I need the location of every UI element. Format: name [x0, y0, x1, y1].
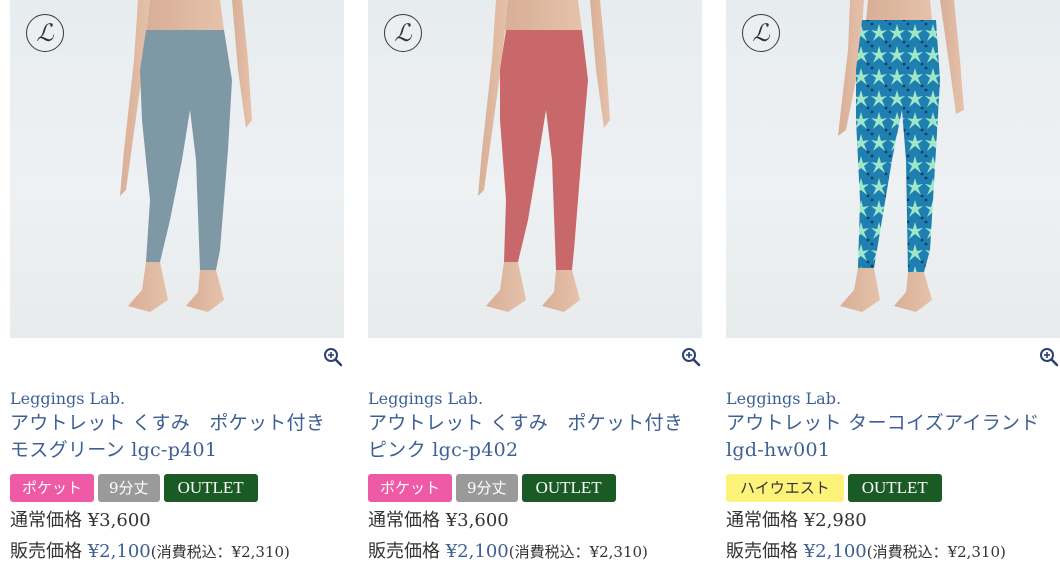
regular-price-label: 通常価格	[368, 510, 440, 531]
tag-pocket: ポケット	[10, 474, 95, 502]
product-tags: ポケット 9分丈 OUTLET	[368, 474, 616, 502]
product-brand-link[interactable]: Leggings Lab.	[726, 389, 841, 408]
sale-price-row: 販売価格 ¥2,100(消費税込：¥2,310)	[10, 537, 290, 563]
tag-length: 9分丈	[98, 474, 160, 502]
product-brand-link[interactable]: Leggings Lab.	[10, 389, 125, 408]
tag-outlet: OUTLET	[163, 474, 258, 502]
regular-price-value: ¥3,600	[87, 510, 151, 531]
product-card: ℒ Leggings Lab. アウトレット ターコイズアイランド lgd-hw…	[726, 0, 1060, 562]
product-photo[interactable]: ℒ	[726, 0, 1060, 338]
regular-price-label: 通常価格	[726, 510, 798, 531]
tag-outlet: OUTLET	[847, 474, 942, 502]
zoom-in-icon[interactable]	[322, 346, 344, 368]
brand-logo-icon: ℒ	[26, 14, 64, 52]
sale-price-value: ¥2,100	[803, 541, 867, 562]
product-photo[interactable]: ℒ	[368, 0, 702, 338]
tax-included-price: (消費税込：¥2,310)	[150, 543, 290, 561]
product-card: ℒ Leggings Lab. アウトレット くすみ ポケット付き ピンク lg…	[368, 0, 702, 562]
zoom-in-icon[interactable]	[1038, 346, 1060, 368]
product-tags: ポケット 9分丈 OUTLET	[10, 474, 258, 502]
regular-price-row: 通常価格 ¥3,600	[368, 506, 509, 532]
sale-price-label: 販売価格	[726, 541, 798, 562]
regular-price-value: ¥2,980	[803, 510, 867, 531]
product-title-link[interactable]: アウトレット くすみ ポケット付き ピンク lgc-p402	[368, 410, 702, 464]
product-brand-link[interactable]: Leggings Lab.	[368, 389, 483, 408]
product-photo-illustration	[838, 0, 964, 312]
brand-logo-icon: ℒ	[742, 14, 780, 52]
regular-price-value: ¥3,600	[445, 510, 509, 531]
product-photo-illustration	[120, 0, 252, 312]
tax-included-price: (消費税込：¥2,310)	[866, 543, 1006, 561]
product-photo-illustration	[478, 0, 610, 312]
sale-price-row: 販売価格 ¥2,100(消費税込：¥2,310)	[368, 537, 648, 563]
tag-outlet: OUTLET	[521, 474, 616, 502]
product-tags: ハイウエスト OUTLET	[726, 474, 942, 502]
zoom-in-icon[interactable]	[680, 346, 702, 368]
brand-logo-icon: ℒ	[384, 14, 422, 52]
sale-price-row: 販売価格 ¥2,100(消費税込：¥2,310)	[726, 537, 1006, 563]
regular-price-label: 通常価格	[10, 510, 82, 531]
tag-pocket: ポケット	[368, 474, 453, 502]
tag-high-waist: ハイウエスト	[726, 474, 844, 502]
tax-included-price: (消費税込：¥2,310)	[508, 543, 648, 561]
product-grid: ℒ Leggings Lab. アウトレット くすみ ポケット付き モスグリーン…	[0, 0, 1060, 573]
tag-length: 9分丈	[456, 474, 518, 502]
product-title-link[interactable]: アウトレット ターコイズアイランド lgd-hw001	[726, 410, 1056, 464]
sale-price-label: 販売価格	[10, 541, 82, 562]
product-card: ℒ Leggings Lab. アウトレット くすみ ポケット付き モスグリーン…	[10, 0, 344, 562]
sale-price-value: ¥2,100	[87, 541, 151, 562]
regular-price-row: 通常価格 ¥2,980	[726, 506, 867, 532]
sale-price-label: 販売価格	[368, 541, 440, 562]
regular-price-row: 通常価格 ¥3,600	[10, 506, 151, 532]
product-title-link[interactable]: アウトレット くすみ ポケット付き モスグリーン lgc-p401	[10, 410, 344, 464]
sale-price-value: ¥2,100	[445, 541, 509, 562]
product-photo[interactable]: ℒ	[10, 0, 344, 338]
